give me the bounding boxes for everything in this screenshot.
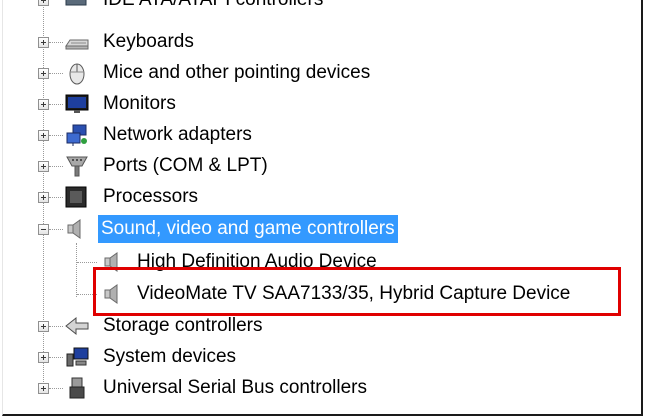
storage-controller-icon [64,314,89,336]
tree-item-label: Universal Serial Bus controllers [103,377,367,398]
device-tree-panel: IDE ATA/ATAPI controllers Keyboards Mice… [2,0,643,416]
expand-toggle[interactable] [38,192,49,203]
tree-connector [49,166,63,167]
tree-connector [49,388,63,389]
tree-connector [49,73,63,74]
system-devices-icon [64,346,89,368]
tree-connector [49,229,63,230]
tree-item-system-devices[interactable]: System devices [3,343,603,371]
tree-item-usb-controllers[interactable]: Universal Serial Bus controllers [3,374,603,402]
tree-connector [49,326,63,327]
tree-item-label: Storage controllers [103,315,263,336]
tree-item-storage-controllers[interactable]: Storage controllers [3,312,603,340]
tree-item-label: System devices [103,346,237,367]
mouse-icon [66,61,88,85]
tree-connector [49,135,63,136]
network-adapter-icon [64,123,87,146]
expand-toggle[interactable] [38,0,49,6]
expand-toggle[interactable] [38,383,49,394]
tree-connector [49,357,63,358]
tree-connector [49,104,63,105]
keyboard-icon [64,31,89,53]
tree-item-label: Ports (COM & LPT) [103,155,268,176]
collapse-toggle[interactable] [38,224,49,235]
expand-toggle[interactable] [38,352,49,363]
expand-toggle[interactable] [38,130,49,141]
tree-item-keyboards[interactable]: Keyboards [3,28,603,56]
expand-toggle[interactable] [38,37,49,48]
tree-connector [77,262,97,263]
expand-toggle[interactable] [38,321,49,332]
expand-toggle[interactable] [38,161,49,172]
tree-item-label: Sound, video and game controllers [98,215,398,243]
tree-item-label: Network adapters [103,124,252,145]
tree-item-mice[interactable]: Mice and other pointing devices [3,59,603,87]
processor-icon [64,186,87,208]
tree-item-ports[interactable]: Ports (COM & LPT) [3,152,603,180]
tree-item-label: Monitors [103,93,176,114]
expand-toggle[interactable] [38,68,49,79]
ide-controller-icon [65,0,87,11]
highlight-annotation-box [93,267,621,316]
tree-connector [49,197,63,198]
tree-item-monitors[interactable]: Monitors [3,90,603,118]
port-icon [64,154,88,177]
usb-icon [66,376,88,399]
tree-item-processors[interactable]: Processors [3,183,603,211]
tree-item-label: Processors [103,186,199,207]
expand-toggle[interactable] [38,99,49,110]
monitor-icon [64,93,89,115]
tree-item-label: IDE ATA/ATAPI controllers [100,0,326,14]
tree-item-network-adapters[interactable]: Network adapters [3,121,603,149]
tree-item-label: Keyboards [103,31,194,52]
speaker-icon [65,218,87,240]
tree-connector [49,42,63,43]
tree-item-label: Mice and other pointing devices [103,62,371,83]
tree-item-sound-video-game[interactable]: Sound, video and game controllers [3,215,603,243]
tree-item-ide-controllers[interactable]: IDE ATA/ATAPI controllers [3,0,603,14]
